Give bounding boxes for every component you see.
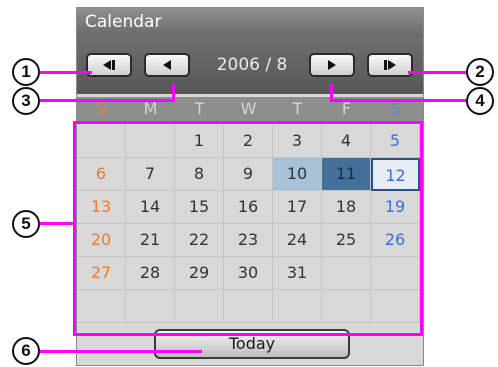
callout-line: [40, 350, 202, 353]
skip-forward-icon: [384, 60, 396, 70]
callout-line: [330, 84, 333, 102]
next-month-button[interactable]: [309, 53, 355, 77]
arrow-right-icon: [328, 60, 336, 70]
callout-line: [330, 99, 470, 102]
weekday-label: T: [194, 99, 205, 118]
calendar-nav-bar: 2006 / 8: [77, 36, 423, 94]
callout-badge: 6: [12, 337, 40, 365]
callout-badge: 3: [12, 87, 40, 115]
callout-line: [40, 222, 75, 225]
callout-line: [408, 71, 468, 74]
year-month-label: 2006 / 8: [216, 55, 288, 75]
calendar-title: Calendar: [77, 8, 423, 36]
previous-month-button[interactable]: [144, 53, 190, 77]
callout-line: [40, 71, 92, 74]
skip-back-icon: [103, 60, 115, 70]
arrow-left-icon: [163, 60, 171, 70]
callout-badge: 2: [466, 58, 494, 86]
weekday-label: W: [240, 99, 257, 118]
weekday-label: T: [292, 99, 303, 118]
callout-line: [172, 84, 175, 102]
callout-badge: 4: [466, 87, 494, 115]
callout-line: [40, 99, 175, 102]
grid-highlight-box: [73, 121, 423, 336]
previous-year-button[interactable]: [86, 53, 132, 77]
callout-badge: 1: [12, 58, 40, 86]
next-year-button[interactable]: [367, 53, 413, 77]
callout-badge: 5: [12, 210, 40, 238]
